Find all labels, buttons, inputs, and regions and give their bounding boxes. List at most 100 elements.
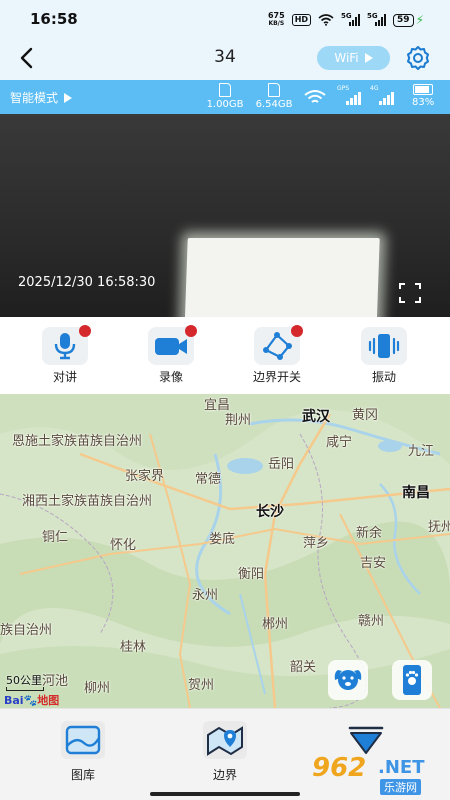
watermark-number: 962 [312,753,367,783]
microphone-icon [42,325,91,365]
map-label: 怀化 [110,538,137,553]
vibrate-icon [361,327,407,365]
phone-pet-icon [403,665,421,695]
settings-icon[interactable] [405,45,431,71]
map-view[interactable]: 宜昌 荆州 武汉 黄冈 恩施土家族苗族自治州 咸宁 九江 岳阳 张家界 常德 南… [0,394,450,708]
intercom-button[interactable]: 对讲 [20,325,110,385]
play-icon [64,92,73,103]
mode-label: 智能模式 [10,91,59,105]
storage-1-value: 1.00GB [206,99,244,110]
red-dot-badge [185,325,197,337]
map-label: 荆州 [225,413,252,428]
device-battery-value: 83% [412,97,435,108]
map-label: 黄冈 [352,408,379,423]
video-camera-icon [148,325,197,365]
map-label: 萍乡 [303,536,330,551]
battery-icon [413,84,434,95]
device-info-bar: 智能模式 1.00GB 6.54GB GPS 4G 83% [0,80,450,114]
gps-tag: GPS [337,85,350,92]
device-battery: 83% [412,84,434,108]
wifi-icon [318,14,334,26]
watermark-logo: 962 .NET 乐游网 [312,753,444,797]
map-label: 永州 [192,588,219,603]
cell-signal-2-icon: 5G [367,12,387,26]
sd-card-icon [219,83,231,97]
app-header: 34 WiFi [0,38,450,80]
map-label: 贺州 [188,678,215,693]
network-speed: 675 KB/S [268,12,285,28]
watermark-suffix: .NET [378,757,425,778]
vibrate-label: 振动 [371,370,396,384]
storage-2: 6.54GB [250,83,298,110]
watermark-cn: 乐游网 [380,779,421,795]
wifi-button-label: WiFi [334,51,359,65]
map-label: 娄底 [209,532,236,547]
mode-selector[interactable]: 智能模式 [10,89,73,106]
sd-card-icon [268,83,280,97]
phone-location-button[interactable] [392,660,432,700]
storage-2-value: 6.54GB [255,99,293,110]
map-label: 恩施土家族苗族自治州 [12,434,143,449]
boundary-tab[interactable]: 边界 [185,721,265,783]
storage-1: 1.00GB [201,83,249,110]
cellular-signal-icon: 4G [370,85,394,107]
gallery-icon [61,721,105,759]
map-label: 长沙 [256,504,284,520]
lte-tag: 4G [370,85,379,92]
map-label: 南昌 [402,485,430,501]
map-label: 赣州 [358,614,385,629]
wifi-button[interactable]: WiFi [317,46,390,70]
map-label: 韶关 [290,660,317,675]
baidu-map-logo: Bai🐾地图 [4,694,60,707]
cell-signal-1-icon: 5G [341,12,361,26]
pet-location-button[interactable] [328,660,368,700]
map-scale-bar [6,687,44,691]
map-label: 柳州 [84,681,111,696]
fence-boundary-icon [254,325,303,365]
network-speed-unit: KB/S [268,20,285,27]
dog-icon [334,670,362,690]
map-label: 新余 [356,526,383,541]
map-label: 张家界 [125,469,165,484]
battery-indicator: 59 ⚡ [393,13,424,27]
map-label: 郴州 [262,617,289,632]
map-label: 衡阳 [238,567,265,582]
video-timestamp: 2025/12/30 16:58:30 [18,275,156,290]
video-frame-content [184,238,380,317]
home-indicator[interactable] [150,792,300,796]
map-label: 河池 [42,674,69,689]
red-dot-badge [79,325,91,337]
record-button[interactable]: 录像 [126,325,216,385]
fullscreen-icon[interactable] [398,282,422,304]
gallery-label: 图库 [70,768,95,782]
map-label: 吉安 [360,556,387,571]
map-label: 岳阳 [268,457,295,472]
record-label: 录像 [158,370,183,384]
status-time: 16:58 [30,10,78,28]
network-speed-value: 675 [267,11,285,20]
vibrate-button[interactable]: 振动 [339,327,429,385]
map-scale-label: 50公里 [6,674,42,687]
map-label: 九江 [408,444,435,459]
hd-badge: HD [291,14,312,26]
map-label: 铜仁 [42,530,69,545]
map-label: 咸宁 [326,435,353,450]
map-label: 抚州 [428,520,450,535]
map-label: 湘西土家族苗族自治州 [22,494,153,509]
red-dot-badge [291,325,303,337]
live-video[interactable]: 2025/12/30 16:58:30 [0,114,450,317]
map-label: 族自治州 [0,623,53,638]
gps-signal-icon: GPS [337,85,361,107]
play-icon [364,53,373,63]
map-label: 武汉 [302,409,330,425]
status-icons: 675 KB/S HD 5G 5G 59 ⚡ [268,12,424,28]
map-label: 常德 [195,472,222,487]
boundary-switch-button[interactable]: 边界开关 [232,325,322,385]
map-boundary-icon [203,721,247,759]
wifi-icon [304,90,326,103]
intercom-label: 对讲 [52,370,77,384]
battery-level: 59 [393,13,414,27]
status-bar: 16:58 675 KB/S HD 5G 5G 59 ⚡ [0,0,450,38]
gallery-tab[interactable]: 图库 [43,721,123,783]
map-label: 桂林 [120,640,147,655]
